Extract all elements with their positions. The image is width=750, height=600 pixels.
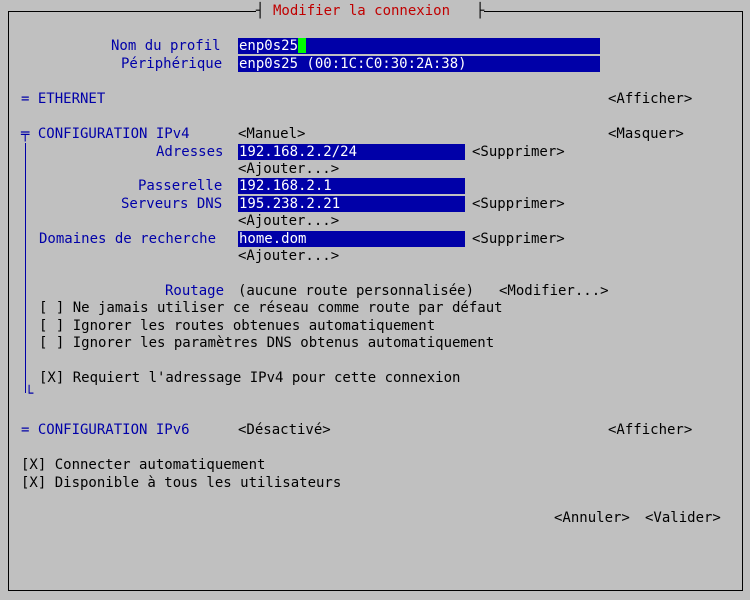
- frame-border-bottom: [8, 590, 743, 591]
- frame-border-top-left: [8, 11, 256, 12]
- auto-connect-checkbox[interactable]: [X] Connecter automatiquement: [21, 457, 265, 474]
- profile-name-value: enp0s25: [239, 38, 299, 54]
- dialog-title: Modifier la connexion: [273, 3, 451, 19]
- text-cursor: [298, 38, 307, 53]
- routing-label: Routage: [165, 283, 225, 299]
- cancel-button[interactable]: <Annuler>: [554, 510, 630, 527]
- frame-border-top-right: [484, 11, 742, 12]
- ok-button[interactable]: <Valider>: [645, 510, 721, 527]
- ignore-auto-routes-checkbox[interactable]: [ ] Ignorer les routes obtenues automati…: [39, 318, 435, 335]
- ipv6-show-button[interactable]: <Afficher>: [608, 422, 692, 439]
- frame-border-right: [742, 11, 743, 590]
- ipv4-section-bracket-end: └: [25, 386, 34, 402]
- routing-edit-button[interactable]: <Modifier...>: [499, 283, 609, 300]
- never-default-route-checkbox[interactable]: [ ] Ne jamais utiliser ce réseau comme r…: [39, 300, 503, 317]
- title-bracket-left: ┤: [256, 3, 265, 19]
- address-input[interactable]: 192.168.2.2/24: [238, 144, 465, 160]
- ipv6-mode-select[interactable]: <Désactivé>: [238, 422, 331, 439]
- search-domains-label: Domaines de recherche: [39, 231, 217, 247]
- search-domain-input[interactable]: home.dom: [238, 231, 465, 247]
- addresses-label: Adresses: [156, 144, 224, 160]
- device-label: Périphérique: [121, 56, 223, 72]
- gateway-input[interactable]: 192.168.2.1: [238, 178, 465, 194]
- gateway-label: Passerelle: [138, 178, 223, 194]
- remove-search-domain-button[interactable]: <Supprimer>: [472, 231, 565, 248]
- device-input[interactable]: enp0s25 (00:1C:C0:30:2A:38): [238, 56, 600, 72]
- ethernet-show-button[interactable]: <Afficher>: [608, 91, 692, 108]
- routing-value: (aucune route personnalisée): [238, 283, 475, 299]
- add-address-button[interactable]: <Ajouter...>: [238, 161, 339, 178]
- add-dns-button[interactable]: <Ajouter...>: [238, 213, 339, 230]
- dns-input[interactable]: 195.238.2.21: [238, 196, 465, 212]
- add-search-domain-button[interactable]: <Ajouter...>: [238, 248, 339, 265]
- ipv4-section-bracket: [25, 143, 26, 393]
- ipv4-hide-button[interactable]: <Masquer>: [608, 126, 684, 143]
- dns-label: Serveurs DNS: [121, 196, 223, 212]
- title-bracket-right: ├: [476, 3, 485, 19]
- profile-name-label: Nom du profil: [111, 38, 221, 54]
- frame-border-left: [8, 11, 9, 590]
- all-users-checkbox[interactable]: [X] Disponible à tous les utilisateurs: [21, 475, 341, 492]
- profile-name-input[interactable]: enp0s25: [238, 38, 600, 54]
- require-ipv4-checkbox[interactable]: [X] Requiert l'adressage IPv4 pour cette…: [39, 370, 460, 387]
- ipv6-section-header[interactable]: = CONFIGURATION IPv6: [21, 422, 190, 439]
- ipv4-section-header[interactable]: ╤ CONFIGURATION IPv4: [21, 126, 190, 143]
- remove-dns-button[interactable]: <Supprimer>: [472, 196, 565, 213]
- ethernet-section-header[interactable]: = ETHERNET: [21, 91, 105, 108]
- remove-address-button[interactable]: <Supprimer>: [472, 144, 565, 161]
- ipv4-mode-select[interactable]: <Manuel>: [238, 126, 305, 143]
- ignore-auto-dns-checkbox[interactable]: [ ] Ignorer les paramètres DNS obtenus a…: [39, 335, 494, 352]
